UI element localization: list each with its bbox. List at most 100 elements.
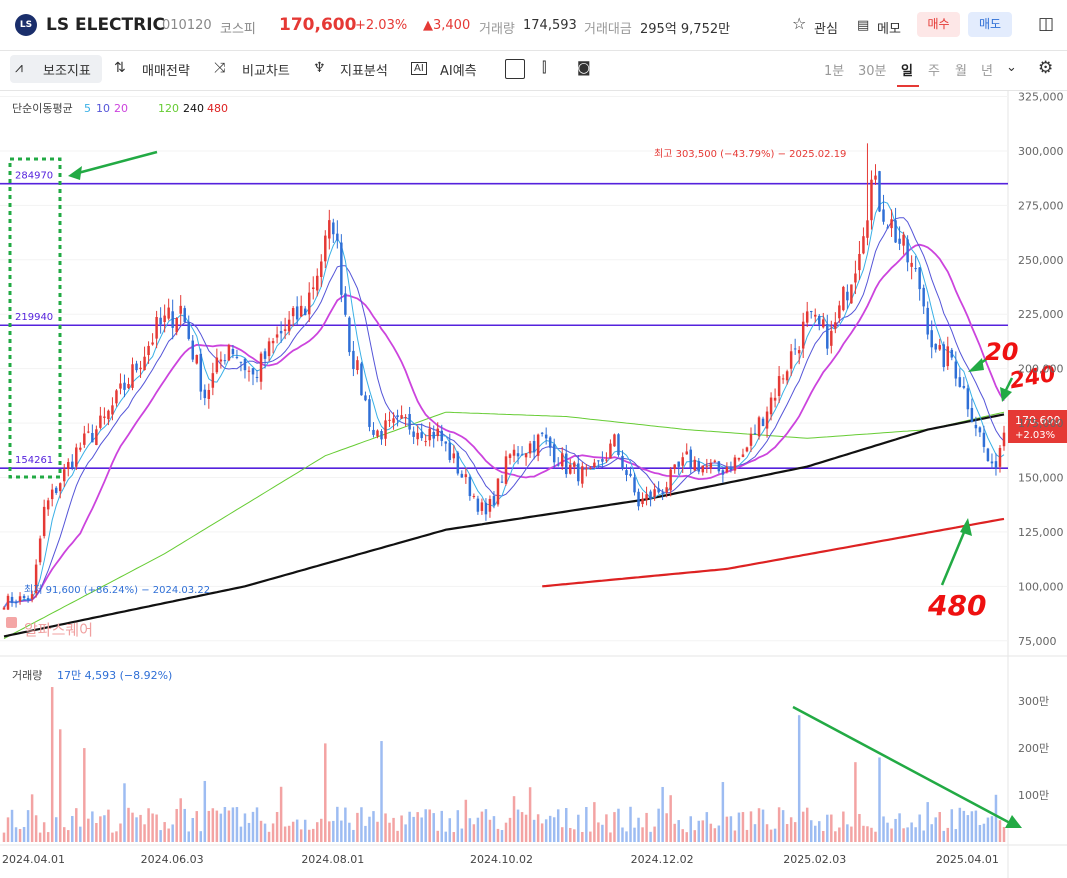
ma-legend-120: 120 <box>158 102 179 115</box>
candle-body <box>179 305 182 314</box>
star-icon[interactable]: ☆ <box>792 14 806 33</box>
candle-body <box>99 415 102 428</box>
period-30min[interactable]: 30분 <box>858 60 887 79</box>
volume-bar <box>219 813 223 842</box>
candle-body <box>436 428 439 437</box>
candle-body <box>316 275 319 291</box>
volume-bar <box>75 808 78 842</box>
candle-body <box>444 441 448 444</box>
memo-button[interactable]: 메모 <box>877 18 901 37</box>
price-tick-label: 325,000 <box>1018 91 1064 104</box>
candle-body <box>556 464 560 466</box>
volume-bar <box>275 811 279 842</box>
period-year[interactable]: 년 <box>981 60 993 79</box>
volume-bar <box>685 832 688 842</box>
panel-toggle-icon[interactable]: ◫ <box>1038 14 1054 34</box>
candle-body <box>215 357 219 373</box>
volume-bar <box>922 830 925 842</box>
volume-bar <box>26 810 30 842</box>
volume-bar <box>392 817 395 842</box>
date-tick-label: 2025.02.03 <box>783 853 846 866</box>
candle-body <box>139 367 142 370</box>
volume-bar <box>199 831 203 842</box>
candle-body <box>496 478 500 505</box>
candle-icon[interactable]: ⫿ <box>542 60 546 76</box>
volume-bar <box>484 809 488 842</box>
change-percent: +2.03% <box>355 18 408 33</box>
volume-bar <box>259 820 263 842</box>
candle-body <box>512 449 516 456</box>
candle-body <box>18 596 22 602</box>
candle-body <box>982 432 986 447</box>
candle-body <box>597 460 600 462</box>
period-day[interactable]: 일 <box>901 60 913 79</box>
strategy-icon: ⇅ <box>114 60 126 76</box>
candle-body <box>874 175 877 180</box>
candle-body <box>761 418 765 426</box>
candle-body <box>677 461 680 467</box>
watch-button[interactable]: 관심 <box>814 18 838 37</box>
candle-body <box>404 417 407 419</box>
green-arrow-line <box>940 529 967 586</box>
volume-bar <box>761 809 765 842</box>
period-week[interactable]: 주 <box>928 60 940 79</box>
buy-button[interactable]: 매수 <box>917 12 960 37</box>
volume-bar <box>46 832 50 842</box>
candle-body <box>814 314 817 317</box>
volume-bar <box>834 831 837 842</box>
compare-button[interactable]: 비교차트 <box>242 60 290 79</box>
candle-body <box>251 368 255 375</box>
candle-body <box>990 461 994 464</box>
volume-bar <box>994 794 998 842</box>
volume-bar <box>577 814 580 842</box>
volume-bar <box>504 822 508 842</box>
chevron-down-icon[interactable]: ⌄ <box>1006 60 1017 75</box>
candle-body <box>930 330 933 348</box>
volume-bar <box>753 824 757 842</box>
candle-body <box>789 351 793 369</box>
candle-body <box>757 417 761 437</box>
volume-bar <box>227 810 231 842</box>
sell-button[interactable]: 매도 <box>968 12 1012 37</box>
candle-body <box>320 261 323 278</box>
volume-bar <box>617 808 620 842</box>
volume-bar <box>492 816 496 842</box>
candle-body <box>376 430 379 437</box>
period-1min[interactable]: 1분 <box>824 60 844 79</box>
candle-body <box>271 340 275 344</box>
memo-icon[interactable]: ▤ <box>857 18 869 33</box>
camera-icon[interactable]: ◙ <box>577 60 591 76</box>
volume-bar <box>978 824 982 842</box>
volume-bar <box>528 787 532 842</box>
candle-body <box>573 462 576 467</box>
volume-bar <box>886 822 889 842</box>
candle-body <box>552 444 556 463</box>
candle-body <box>380 430 383 440</box>
volume-bar <box>641 827 644 842</box>
volume-bar <box>822 830 825 842</box>
square-icon[interactable] <box>505 59 525 79</box>
analysis-button[interactable]: 지표분석 <box>340 60 388 79</box>
indicators-button[interactable]: 보조지표 <box>43 60 91 79</box>
volume-bar <box>986 817 990 842</box>
gear-icon[interactable]: ⚙ <box>1038 58 1053 78</box>
volume-bar <box>926 802 929 842</box>
candle-body <box>195 354 199 364</box>
volume-bar <box>846 824 849 842</box>
ai-predict-button[interactable]: AI예측 <box>440 60 477 79</box>
candle-body <box>617 434 620 455</box>
volume-bar <box>147 808 150 842</box>
strategy-button[interactable]: 매매전략 <box>142 60 190 79</box>
volume-bar <box>934 817 937 842</box>
period-month[interactable]: 월 <box>955 60 967 79</box>
candle-body <box>187 322 190 339</box>
candle-body <box>484 502 488 515</box>
volume-bar <box>412 816 415 842</box>
candle-body <box>79 447 82 450</box>
candle-body <box>440 430 443 442</box>
candle-body <box>279 330 283 334</box>
volume-bar <box>560 827 564 842</box>
candle-body <box>291 308 295 317</box>
stock-chart[interactable]: 284970 219940 154261 단순이동평균 5 10 20 120 24… <box>0 90 1067 878</box>
volume-bar <box>247 822 251 842</box>
